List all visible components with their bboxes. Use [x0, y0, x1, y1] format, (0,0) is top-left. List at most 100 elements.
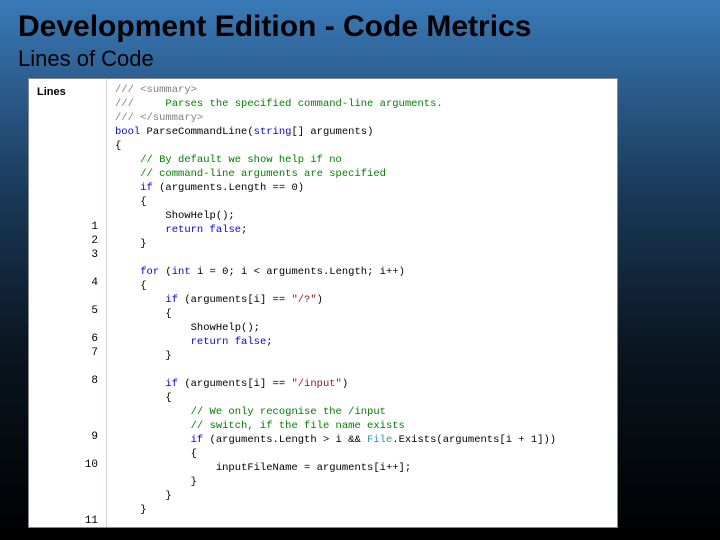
- code-token: for: [140, 266, 159, 278]
- code-line: if (arguments[i] == "/?"): [115, 293, 617, 307]
- code-token: ShowHelp();: [115, 210, 235, 222]
- code-token: (arguments.Length == 0): [153, 182, 304, 194]
- gutter-row: [29, 360, 106, 374]
- code-token: ///: [115, 84, 140, 96]
- gutter-header: Lines: [29, 83, 106, 108]
- code-token: [115, 182, 140, 194]
- gutter-row: 4: [29, 276, 106, 290]
- code-token: [115, 378, 165, 390]
- code-token: int: [172, 266, 191, 278]
- gutter-row: [29, 122, 106, 136]
- code-token: File: [367, 434, 392, 446]
- code-token: [115, 434, 191, 446]
- code-panel: Lines 1234567891011 /// <summary>/// Par…: [28, 78, 618, 528]
- code-line: }: [115, 489, 617, 503]
- code-line: }: [115, 503, 617, 517]
- code-token: (arguments[i] ==: [178, 294, 291, 306]
- code-token: (: [159, 266, 172, 278]
- code-token: // We only recognise the /input: [191, 406, 386, 418]
- code-token: inputFileName = arguments[i++];: [115, 462, 411, 474]
- code-token: }: [115, 490, 172, 502]
- code-token: // By default we show help if no: [140, 154, 342, 166]
- gutter-row: [29, 318, 106, 332]
- gutter-row: [29, 150, 106, 164]
- code-line: }: [115, 349, 617, 363]
- code-token: (arguments[i] ==: [178, 378, 291, 390]
- code-token: if: [140, 182, 153, 194]
- code-token: ///: [115, 112, 140, 124]
- gutter-row: 9: [29, 430, 106, 444]
- gutter-row: [29, 206, 106, 220]
- gutter-row: [29, 402, 106, 416]
- gutter-row: [29, 192, 106, 206]
- code-token: return: [165, 224, 203, 236]
- code-token: {: [115, 196, 147, 208]
- code-line: {: [115, 307, 617, 321]
- code-token: ): [342, 378, 348, 390]
- code-token: if: [165, 294, 178, 306]
- gutter-row: [29, 108, 106, 122]
- code-token: i = 0; i < arguments.Length; i++): [191, 266, 405, 278]
- code-token: Parses the specified command-line argume…: [165, 98, 442, 110]
- gutter-row: [29, 500, 106, 514]
- code-line: /// Parses the specified command-line ar…: [115, 97, 617, 111]
- code-token: string: [254, 126, 292, 138]
- code-token: {: [115, 392, 172, 404]
- code-line: // We only recognise the /input: [115, 405, 617, 419]
- gutter-line-numbers: 1234567891011: [29, 108, 106, 528]
- slide: Development Edition - Code Metrics Lines…: [0, 0, 720, 540]
- code-token: {: [115, 280, 147, 292]
- code-token: if: [165, 378, 178, 390]
- code-line: {: [115, 447, 617, 461]
- gutter-row: [29, 136, 106, 150]
- gutter-row: [29, 416, 106, 430]
- code-line: for (int i = 0; i < arguments.Length; i+…: [115, 265, 617, 279]
- code-token: (arguments.Length > i &&: [203, 434, 367, 446]
- code-line: // By default we show help if no: [115, 153, 617, 167]
- gutter-row: 3: [29, 248, 106, 262]
- gutter-row: [29, 164, 106, 178]
- code-token: [115, 294, 165, 306]
- code-token: }: [115, 350, 172, 362]
- code-token: "/input": [291, 378, 341, 390]
- gutter-row: 7: [29, 346, 106, 360]
- code-token: {: [115, 140, 121, 152]
- code-token: ParseCommandLine(: [140, 126, 253, 138]
- code-token: ;: [241, 224, 247, 236]
- code-line: return false;: [115, 335, 617, 349]
- code-token: }: [115, 476, 197, 488]
- code-token: bool: [115, 126, 140, 138]
- code-line: // command-line arguments are specified: [115, 167, 617, 181]
- code-line: ShowHelp();: [115, 209, 617, 223]
- gutter-row: [29, 444, 106, 458]
- code-token: [115, 224, 165, 236]
- code-token: [115, 168, 140, 180]
- code-line: {: [115, 279, 617, 293]
- code-line: inputFileName = arguments[i++];: [115, 461, 617, 475]
- code-token: if: [191, 434, 204, 446]
- code-line: }: [115, 475, 617, 489]
- code-line: ShowHelp();: [115, 321, 617, 335]
- code-token: [115, 406, 191, 418]
- code-token: <summary>: [140, 84, 197, 96]
- code-token: ///: [115, 98, 165, 110]
- code-token: ): [317, 294, 323, 306]
- line-gutter: Lines 1234567891011: [29, 79, 107, 527]
- code-token: ShowHelp();: [115, 322, 260, 334]
- code-token: ;: [266, 336, 272, 348]
- code-token: [115, 266, 140, 278]
- gutter-row: [29, 472, 106, 486]
- gutter-row: [29, 388, 106, 402]
- code-line: {: [115, 391, 617, 405]
- code-token: {: [115, 308, 172, 320]
- code-line: [115, 251, 617, 265]
- code-line: {: [115, 195, 617, 209]
- code-line: /// <summary>: [115, 83, 617, 97]
- code-area: /// <summary>/// Parses the specified co…: [107, 79, 617, 527]
- gutter-row: [29, 262, 106, 276]
- code-line: [115, 517, 617, 527]
- code-token: [] arguments): [291, 126, 373, 138]
- code-token: {: [115, 448, 197, 460]
- page-title: Development Edition - Code Metrics: [18, 10, 702, 44]
- code-line: // switch, if the file name exists: [115, 419, 617, 433]
